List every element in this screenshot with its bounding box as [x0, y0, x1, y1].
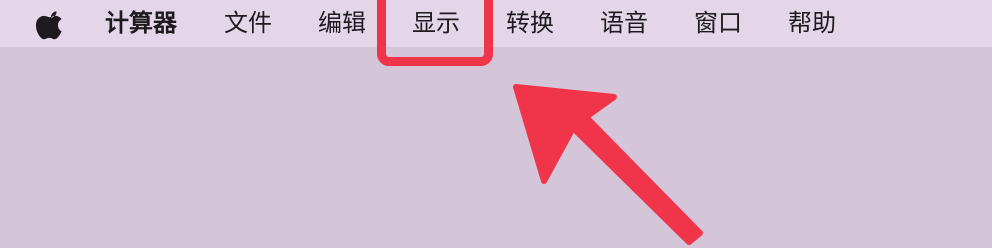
- arrow-icon: [513, 84, 703, 245]
